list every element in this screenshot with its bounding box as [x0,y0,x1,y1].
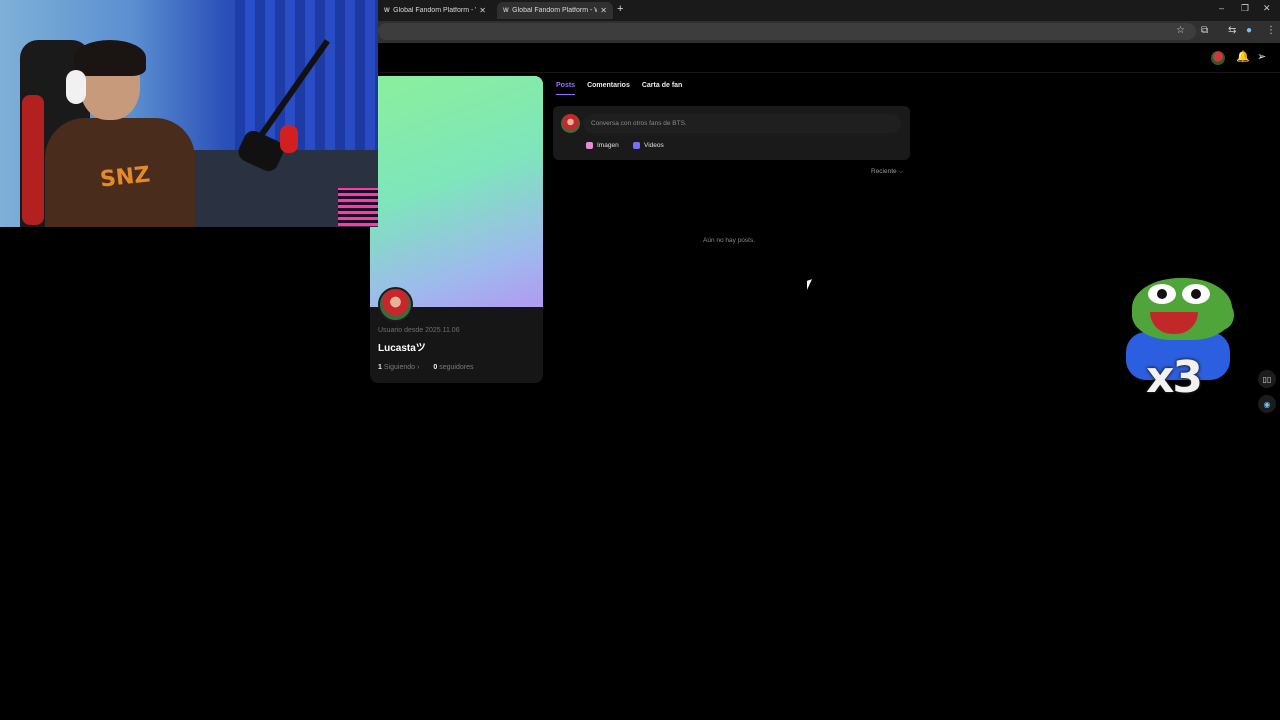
tab-title: Global Fandom Platform - We... [393,7,476,14]
browser-tab-1[interactable]: W Global Fandom Platform - We... ✕ [378,2,492,19]
profile-card: Usuario desde 2025.11.06 Lucastaツ 1 Sigui… [370,76,543,383]
favicon-icon: W [503,7,509,14]
bell-icon[interactable]: 🔔 [1236,50,1250,63]
reading-mode-icon[interactable]: ▯▯ [1258,370,1276,388]
tab-comentarios[interactable]: Comentarios [587,82,630,95]
keyboard-lights [338,188,378,226]
profile-icon[interactable]: ● [1246,25,1252,36]
followers-count: 0 [433,364,438,371]
send-icon[interactable]: ➢ [1257,50,1266,63]
chair-accent [22,95,44,225]
add-video-label: Videos [644,142,664,149]
hoodie-print: SNZ [98,162,152,193]
post-composer: Imagen Videos [553,106,910,160]
add-video-button[interactable]: Videos [633,142,664,149]
content-tabs: Posts Comentarios Carta de fan [556,82,682,95]
menu-icon[interactable]: ⋮ [1266,25,1276,36]
frog-eye [1182,284,1210,304]
close-tab-icon[interactable]: ✕ [600,6,607,15]
pepe-emote: x3 [1122,270,1238,410]
restore-button[interactable]: ❐ [1241,3,1249,14]
add-image-button[interactable]: Imagen [586,142,619,149]
following-count: 1 [378,364,382,371]
sort-dropdown[interactable]: Reciente ⌵ [871,168,903,176]
video-icon [633,142,640,149]
mouse-cursor [807,279,812,290]
cast-icon[interactable]: ⇆ [1228,25,1236,36]
image-icon [586,142,593,149]
following-link[interactable]: 1 Siguiendo › [378,364,419,371]
frog-eye [1148,284,1176,304]
avatar[interactable] [1211,51,1225,65]
address-bar[interactable] [378,23,1196,40]
streamer-hair [74,40,146,76]
username: Lucastaツ [378,343,426,354]
extensions-icon[interactable]: ⧉ [1201,25,1208,36]
headphones [66,70,86,104]
close-window-button[interactable]: ✕ [1263,3,1271,14]
tab-title: Global Fandom Platform - We... [512,7,597,14]
post-input[interactable] [583,114,901,133]
frog-hand [1208,300,1234,330]
minimize-button[interactable]: – [1219,3,1224,13]
webcam-overlay: SNZ [0,0,378,227]
followers-label: seguidores [439,364,474,371]
member-since: Usuario desde 2025.11.06 [378,327,460,334]
figurine [280,125,298,153]
following-label: Siguiendo [383,364,416,371]
add-image-label: Imagen [597,142,619,149]
followers-link[interactable]: 0 seguidores [433,364,473,371]
tab-posts[interactable]: Posts [556,82,576,95]
sort-label: Reciente [871,168,897,175]
empty-state-message: Aún no hay posts. [703,237,756,244]
favicon-icon: W [384,7,390,14]
emote-count: x3 [1146,352,1203,403]
profile-avatar[interactable] [378,287,413,322]
follow-stats: 1 Siguiendo › 0 seguidores [378,364,473,371]
close-tab-icon[interactable]: ✕ [479,6,486,15]
tab-carta-de-fan[interactable]: Carta de fan [642,82,682,95]
browser-tab-2[interactable]: W Global Fandom Platform - We... ✕ [497,2,613,19]
site-header: 🔔 ➢ [378,43,1280,73]
avatar [561,114,580,133]
new-tab-button[interactable]: + [617,3,623,15]
star-icon[interactable]: ☆ [1176,25,1185,36]
profile-cover [370,76,543,307]
chevron-down-icon: ⌵ [898,168,904,175]
assistant-icon[interactable]: ◉ [1258,395,1276,413]
